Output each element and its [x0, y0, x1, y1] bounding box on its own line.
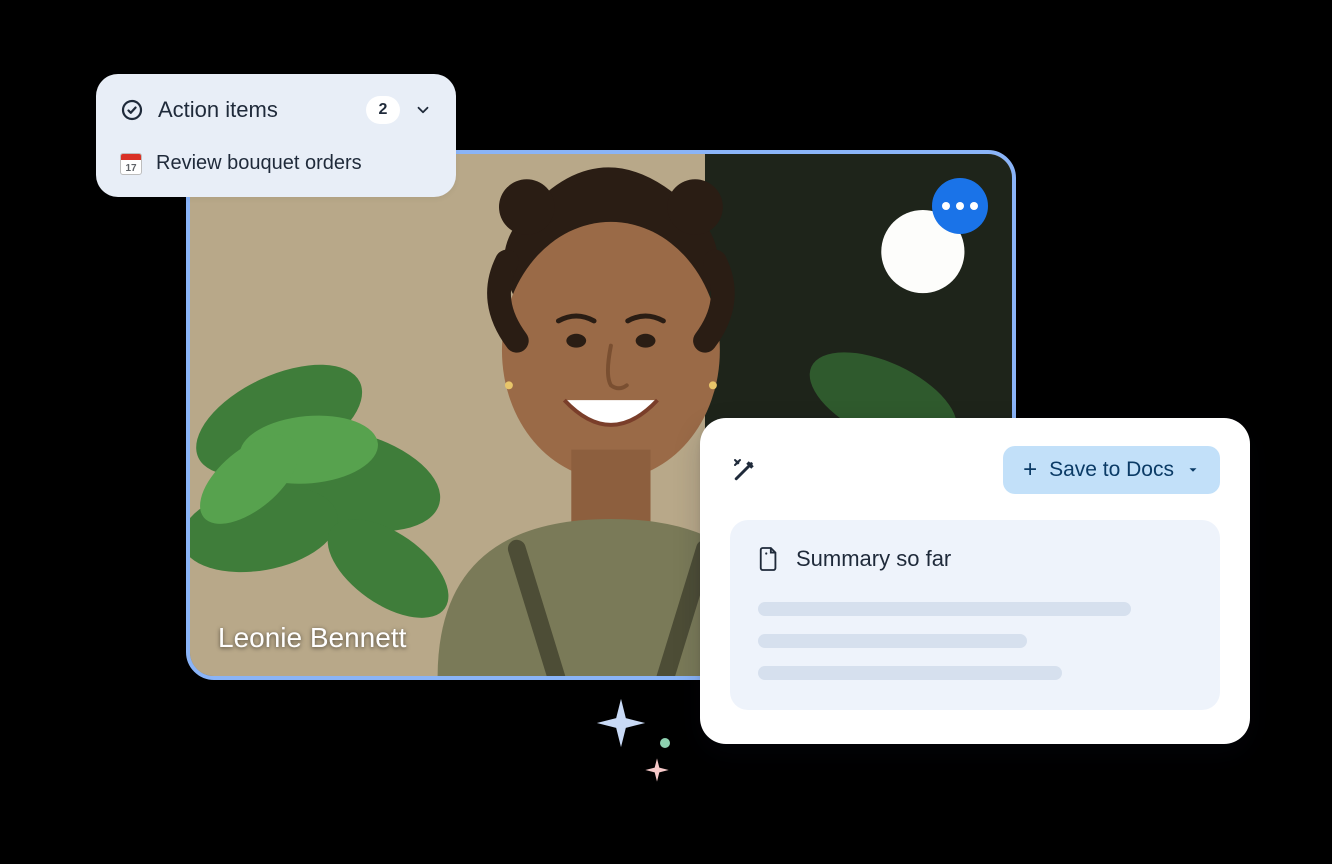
document-icon — [758, 546, 780, 572]
participant-name: Leonie Bennett — [218, 622, 406, 654]
summary-placeholder-line — [758, 634, 1027, 648]
more-icon — [942, 202, 950, 210]
summary-card: + Save to Docs Summary so far — [700, 418, 1250, 744]
sparkle-icon — [592, 694, 650, 752]
sparkle-dot-icon — [660, 738, 670, 748]
more-options-button[interactable] — [932, 178, 988, 234]
action-item-label: Review bouquet orders — [156, 152, 362, 175]
action-item-row[interactable]: 17 Review bouquet orders — [120, 152, 432, 175]
chevron-down-icon — [414, 101, 432, 119]
summary-placeholder-line — [758, 602, 1131, 616]
action-items-title: Action items — [158, 97, 278, 123]
magic-wand-icon — [730, 455, 760, 485]
summary-placeholder-line — [758, 666, 1062, 680]
expand-action-items-button[interactable] — [414, 101, 432, 119]
summary-section-title: Summary so far — [796, 546, 951, 572]
save-to-docs-button[interactable]: + Save to Docs — [1003, 446, 1220, 494]
save-to-docs-label: Save to Docs — [1049, 458, 1174, 482]
caret-down-icon — [1186, 463, 1200, 477]
summary-body: Summary so far — [730, 520, 1220, 710]
action-items-header[interactable]: Action items 2 — [120, 96, 432, 124]
action-items-card: Action items 2 17 Review bouquet orders — [96, 74, 456, 197]
calendar-icon: 17 — [120, 153, 142, 175]
plus-icon: + — [1023, 458, 1037, 482]
action-items-count-badge: 2 — [366, 96, 400, 124]
check-circle-icon — [120, 98, 144, 122]
sparkle-icon — [643, 756, 671, 784]
